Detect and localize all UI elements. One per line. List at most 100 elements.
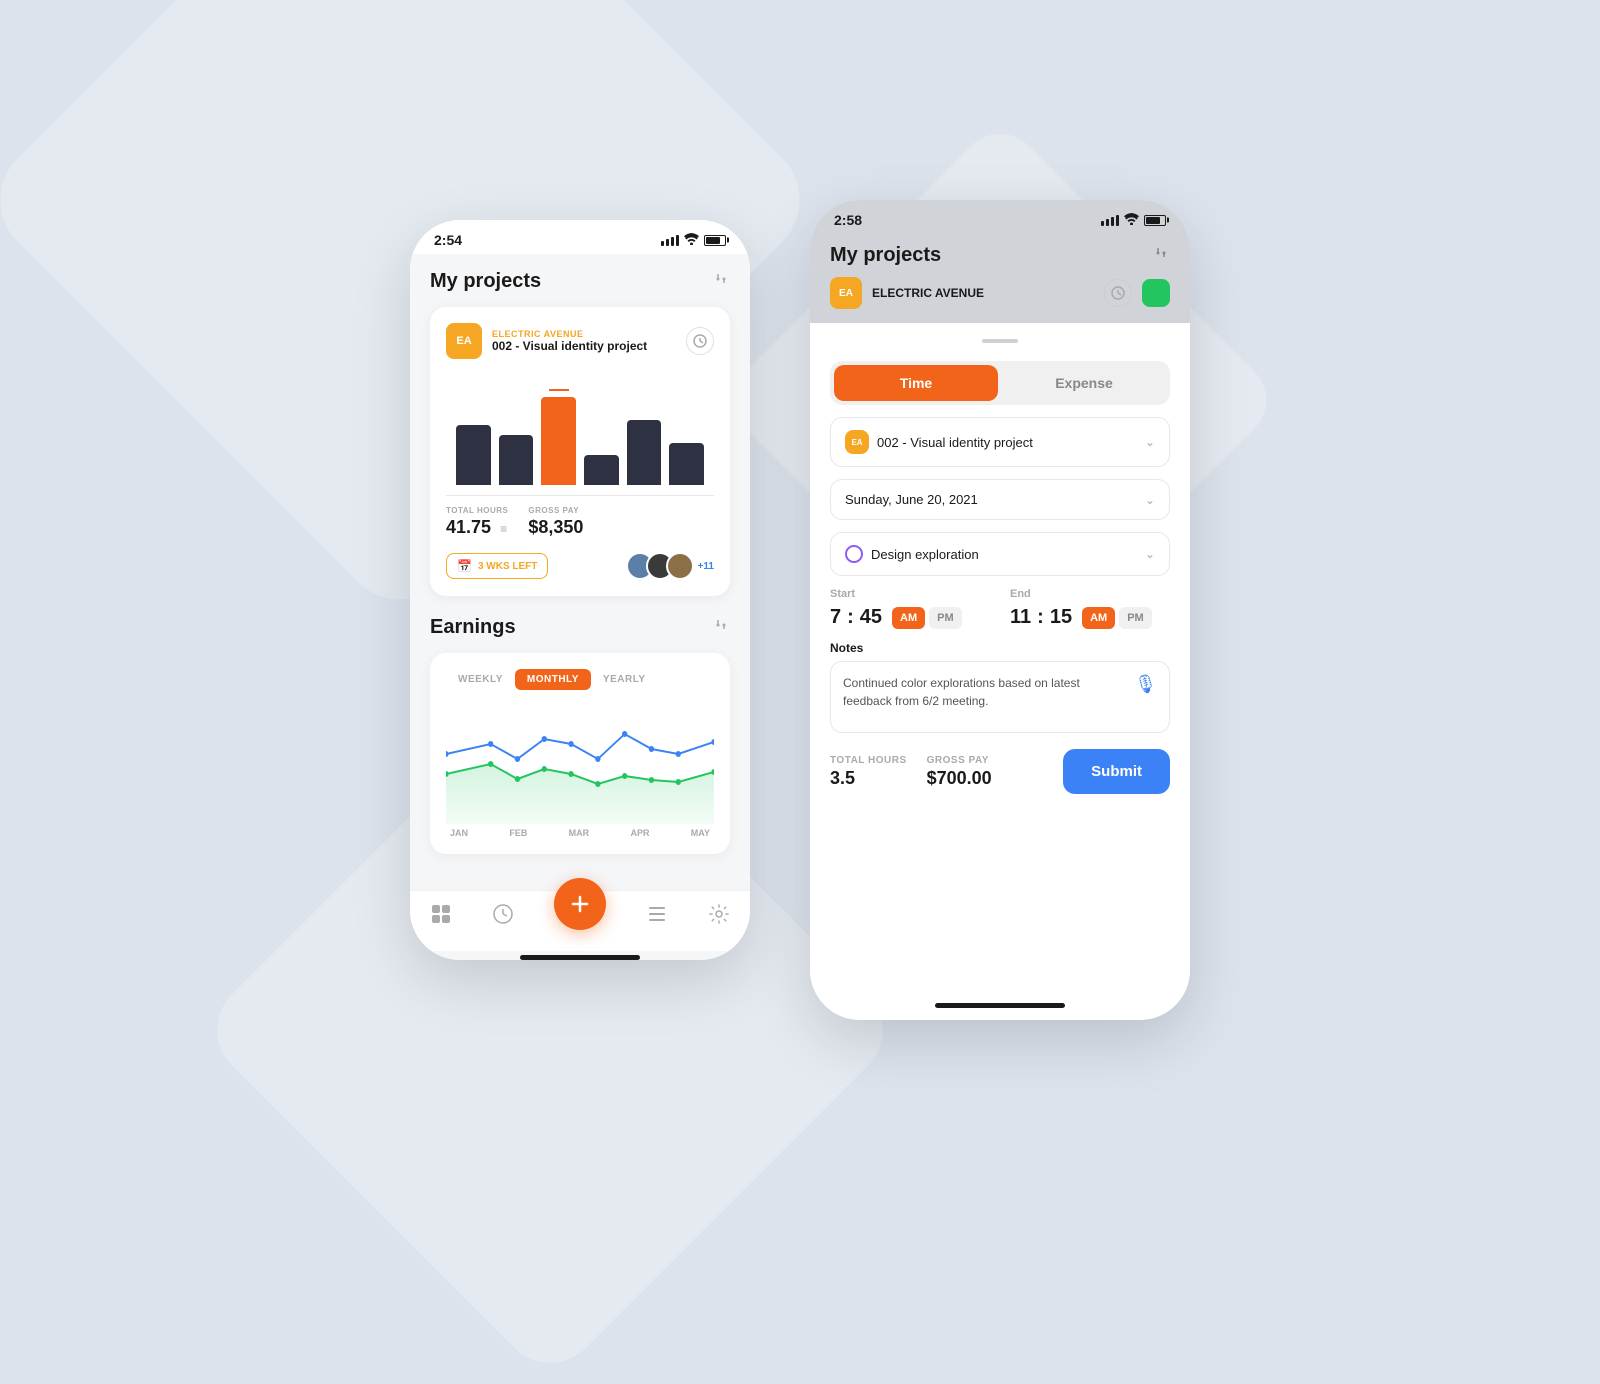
filter-icon-1[interactable]: [712, 270, 730, 293]
earnings-card: WEEKLY MONTHLY YEARLY: [430, 653, 730, 854]
tab-weekly[interactable]: WEEKLY: [446, 669, 515, 690]
start-am-btn[interactable]: AM: [892, 607, 925, 629]
notes-label: Notes: [830, 641, 1170, 655]
tab-yearly[interactable]: YEARLY: [591, 669, 658, 690]
project-dropdown-label: 002 - Visual identity project: [877, 435, 1033, 450]
end-hours[interactable]: 11: [1010, 606, 1031, 629]
phone-1-content: My projects EA ELECTRIC AVENUE 002 - Vis…: [410, 254, 750, 890]
clock-icon-2[interactable]: [1104, 279, 1132, 307]
signal-bars-2: [1101, 215, 1119, 226]
avatar-count: +11: [698, 561, 714, 572]
start-time-group: Start 7 : 45 AM PM: [830, 588, 990, 629]
end-label: End: [1010, 588, 1170, 600]
project-chevron: ⌄: [1145, 435, 1155, 449]
x-label-jan: JAN: [450, 828, 468, 838]
tab-monthly[interactable]: MONTHLY: [515, 669, 591, 690]
projects-header: My projects: [430, 270, 730, 293]
bottom-nav-1: [410, 890, 750, 951]
project-dropdown[interactable]: EA 002 - Visual identity project ⌄: [830, 417, 1170, 467]
total-hours-label: TOTAL HOURS: [446, 506, 508, 515]
nav-grid-icon[interactable]: [430, 903, 452, 931]
footer-stats: TOTAL HOURS 3.5 GROSS PAY $700.00: [830, 755, 992, 789]
home-indicator-1: [520, 955, 640, 960]
date-chevron: ⌄: [1145, 493, 1155, 507]
clock-icon-1[interactable]: [686, 327, 714, 355]
end-ampm: AM PM: [1082, 607, 1152, 629]
battery-icon-2: [1144, 215, 1166, 226]
end-minutes[interactable]: 15: [1050, 606, 1072, 629]
footer-hours-val: 3.5: [830, 768, 907, 789]
earnings-tabs: WEEKLY MONTHLY YEARLY: [446, 669, 714, 690]
date-dropdown-label: Sunday, June 20, 2021: [845, 492, 978, 507]
gross-pay-stat: GROSS PAY $8,350: [528, 506, 583, 538]
end-am-btn[interactable]: AM: [1082, 607, 1115, 629]
active-indicator: [1142, 279, 1170, 307]
chart-bar-5: [627, 420, 662, 485]
signal-bar-2-1: [1101, 221, 1104, 226]
weeks-left-text: 3 WKS LEFT: [478, 561, 537, 572]
end-sep: :: [1037, 606, 1044, 629]
x-label-apr: APR: [630, 828, 649, 838]
total-hours-value: 41.75 ≡: [446, 517, 508, 538]
time-expense-toggle: Time Expense: [830, 361, 1170, 405]
nav-list-icon[interactable]: [646, 903, 668, 931]
ea-badge: EA: [446, 323, 482, 359]
expense-toggle-btn[interactable]: Expense: [1002, 365, 1166, 401]
chart-bar-3: [541, 397, 576, 485]
x-label-mar: MAR: [569, 828, 590, 838]
calendar-icon: 📅: [457, 559, 472, 573]
footer-pay-label: GROSS PAY: [927, 755, 992, 766]
submit-button[interactable]: Submit: [1063, 749, 1170, 794]
bg-project-name: ELECTRIC AVENUE: [872, 286, 1094, 300]
battery-icon-1: [704, 235, 726, 246]
footer-hours: TOTAL HOURS 3.5: [830, 755, 907, 789]
project-badge: EA: [845, 430, 869, 454]
projects-title: My projects: [430, 270, 541, 293]
time-section: Start 7 : 45 AM PM End: [830, 588, 1170, 629]
bottom-sheet: Time Expense EA 002 - Visual identity pr…: [810, 323, 1190, 995]
time-2: 2:58: [834, 212, 862, 228]
task-dropdown[interactable]: Design exploration ⌄: [830, 532, 1170, 576]
signal-bar-1: [661, 241, 664, 246]
nav-settings-icon[interactable]: [708, 903, 730, 931]
phone-1: 2:54: [410, 220, 750, 960]
date-dropdown[interactable]: Sunday, June 20, 2021 ⌄: [830, 479, 1170, 520]
status-icons-2: [1101, 212, 1166, 228]
x-label-feb: FEB: [509, 828, 527, 838]
sheet-footer: TOTAL HOURS 3.5 GROSS PAY $700.00 Submit: [830, 749, 1170, 794]
phone-1-screen: 2:54: [410, 220, 750, 960]
chart-x-labels: JAN FEB MAR APR MAY: [446, 824, 714, 838]
start-ampm: AM PM: [892, 607, 962, 629]
end-pm-btn[interactable]: PM: [1119, 607, 1152, 629]
wifi-icon-1: [684, 233, 699, 248]
card-footer: 📅 3 WKS LEFT +11: [446, 552, 714, 580]
mic-icon[interactable]: 🎙: [1134, 674, 1157, 695]
start-sep: :: [847, 606, 854, 629]
project-company: ELECTRIC AVENUE: [492, 329, 676, 339]
start-hours[interactable]: 7: [830, 606, 841, 629]
status-bar-1: 2:54: [410, 220, 750, 254]
footer-pay-val: $700.00: [927, 768, 992, 789]
end-time-row: 11 : 15 AM PM: [1010, 606, 1170, 629]
nav-clock-icon[interactable]: [492, 903, 514, 931]
end-time-group: End 11 : 15 AM PM: [1010, 588, 1170, 629]
sheet-handle: [982, 339, 1018, 343]
footer-pay: GROSS PAY $700.00: [927, 755, 992, 789]
start-minutes[interactable]: 45: [860, 606, 882, 629]
notes-box[interactable]: Continued color explorations based on la…: [830, 661, 1170, 733]
task-circle-icon: [845, 545, 863, 563]
project-dropdown-left: EA 002 - Visual identity project: [845, 430, 1033, 454]
time-toggle-btn[interactable]: Time: [834, 365, 998, 401]
wifi-icon-2: [1124, 212, 1139, 228]
chart-bar-2: [499, 435, 534, 485]
filter-icon-2[interactable]: [712, 616, 730, 639]
chart-bar-1: [456, 425, 491, 485]
signal-bar-3: [671, 237, 674, 246]
filter-icon-3[interactable]: [1152, 244, 1170, 267]
start-pm-btn[interactable]: PM: [929, 607, 962, 629]
signal-bar-2-2: [1106, 219, 1109, 226]
chart-divider: [446, 495, 714, 496]
project-card: EA ELECTRIC AVENUE 002 - Visual identity…: [430, 307, 730, 596]
fab-button[interactable]: [554, 878, 606, 930]
signal-bar-2-4: [1116, 215, 1119, 226]
